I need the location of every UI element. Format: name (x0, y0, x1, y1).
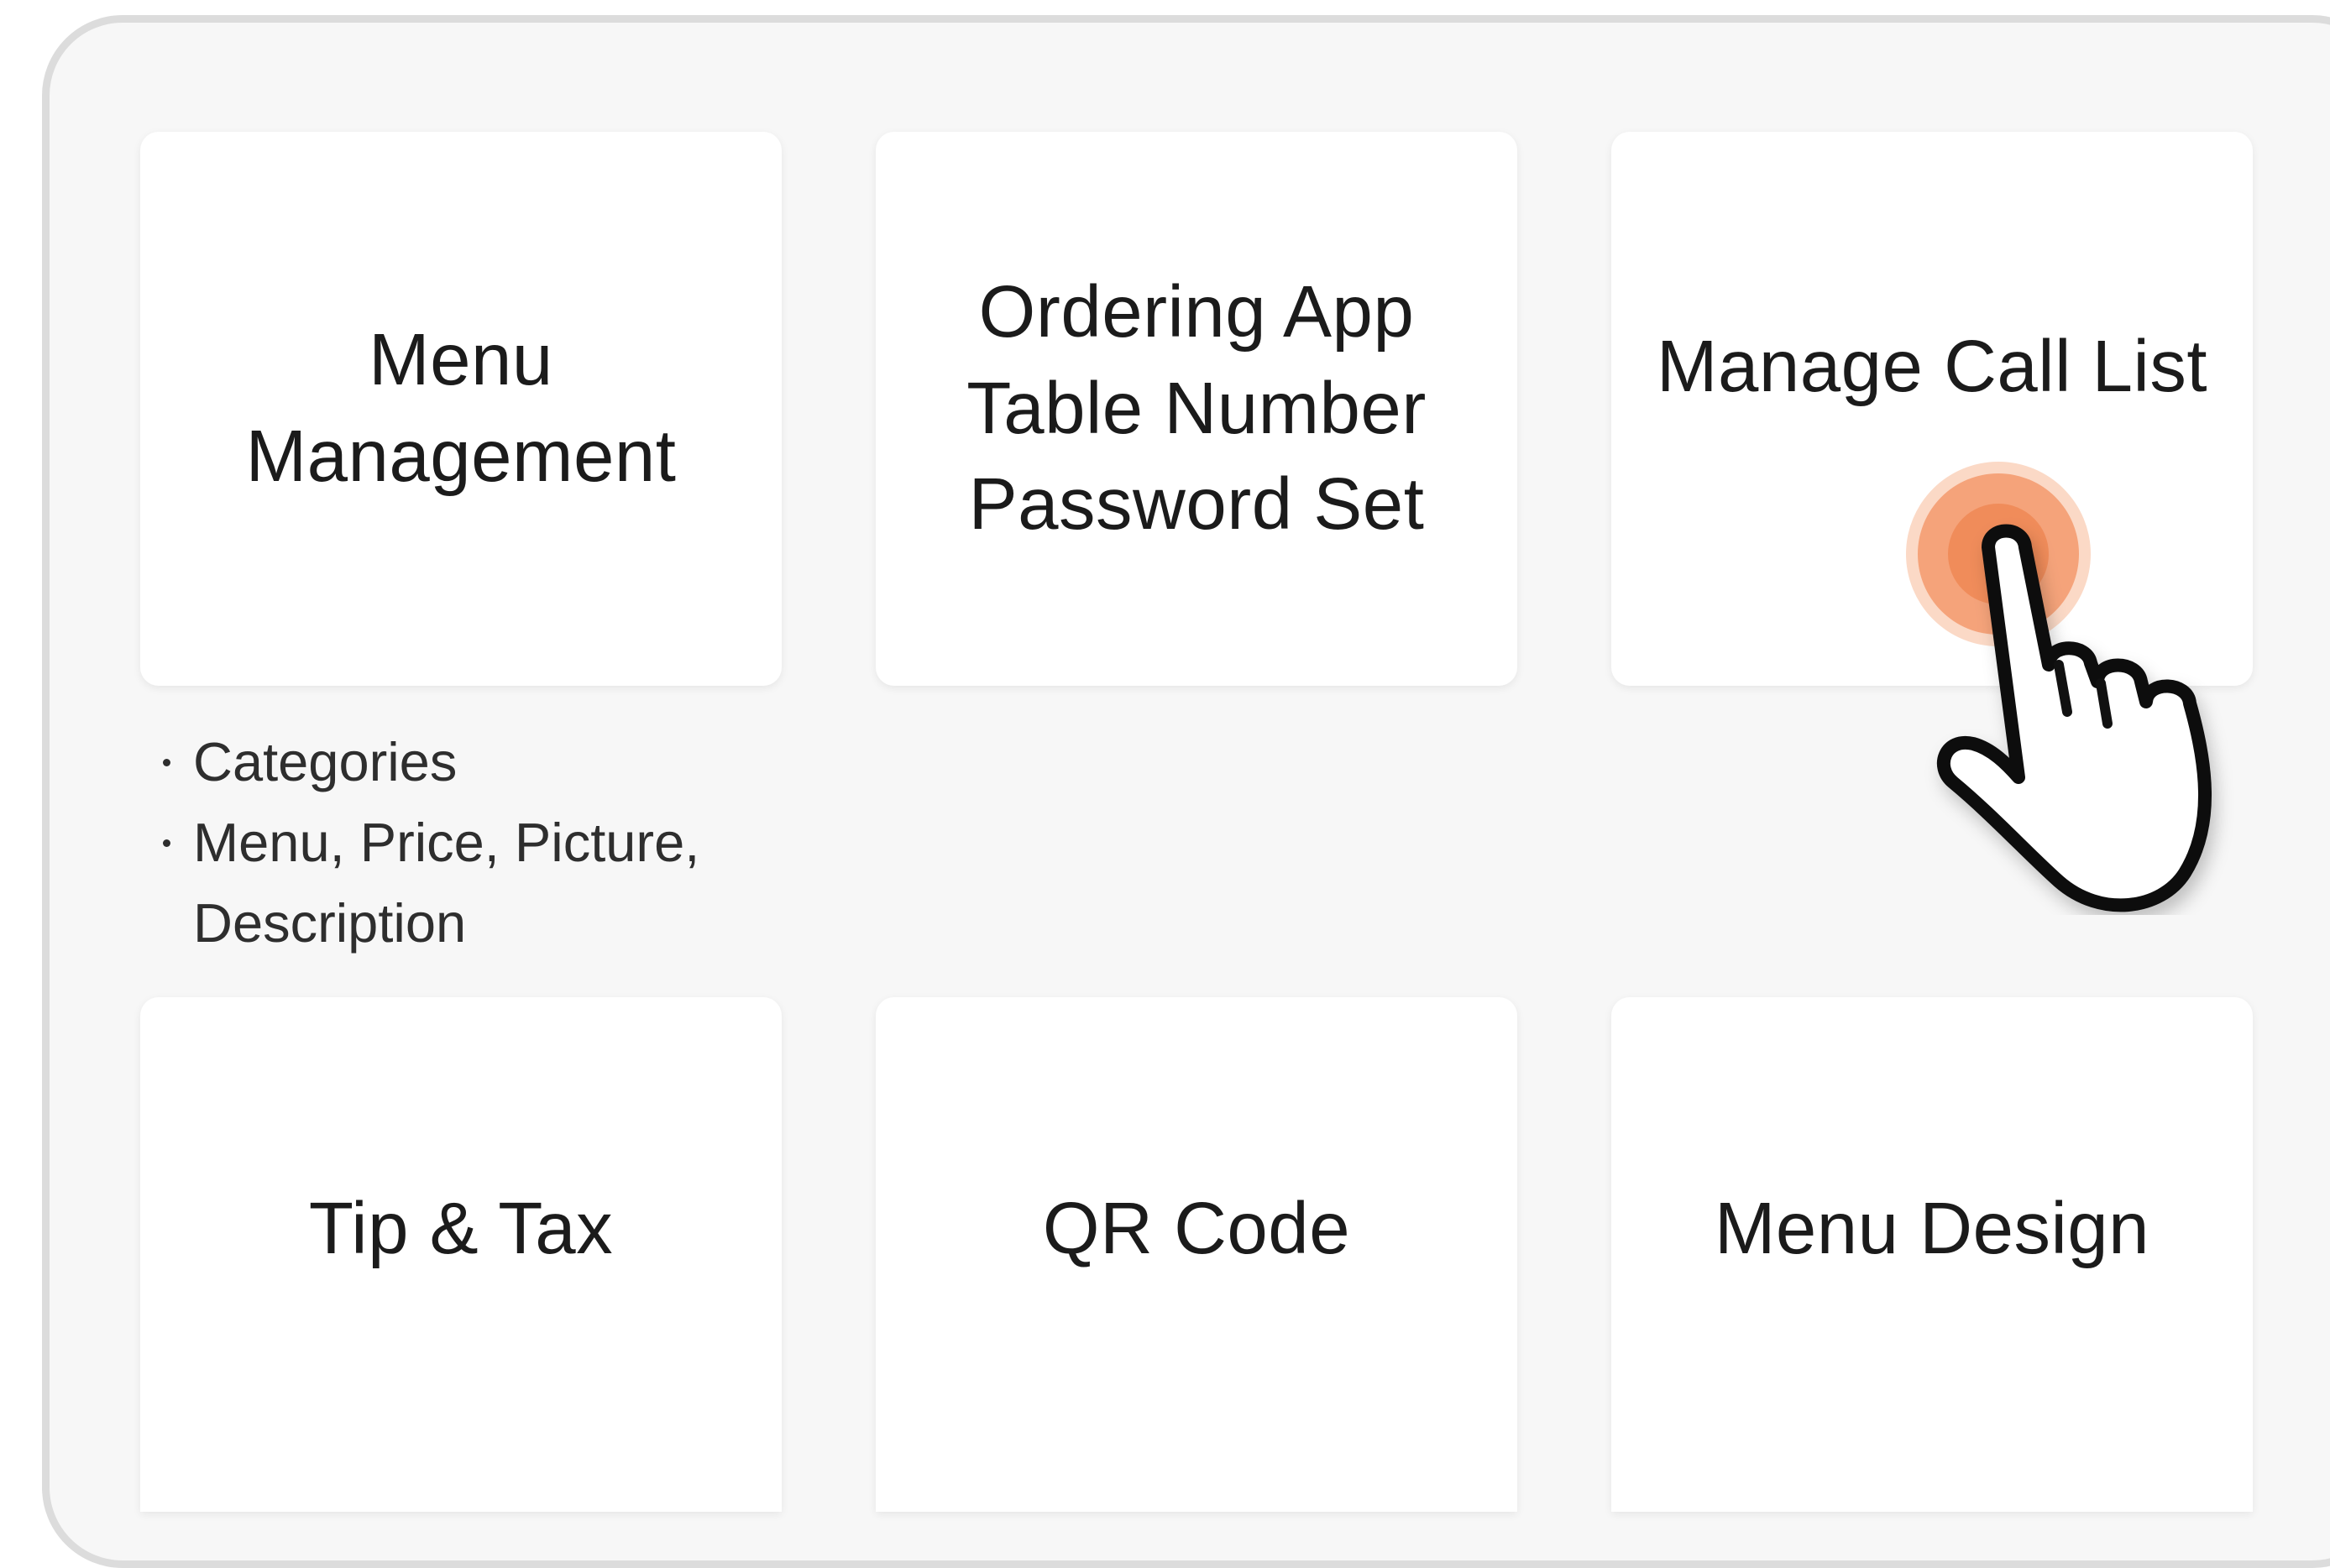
qr-code-card[interactable]: QR Code (876, 997, 1517, 1512)
detail-item-menu-price: Menu, Price, Picture, Description (160, 802, 798, 964)
ordering-app-label: Ordering App Table Number Password Set (966, 270, 1427, 546)
tip-tax-label: Tip & Tax (308, 1188, 614, 1270)
menu-management-details: Categories Menu, Price, Picture, Descrip… (160, 722, 798, 964)
menu-design-card[interactable]: Menu Design (1611, 997, 2253, 1512)
qr-code-label: QR Code (1042, 1188, 1351, 1270)
menu-management-card[interactable]: Menu Management (140, 132, 782, 686)
menu-management-label: Menu Management (245, 319, 677, 497)
ordering-app-card[interactable]: Ordering App Table Number Password Set (876, 132, 1517, 686)
manage-call-list-card[interactable]: Manage Call List (1611, 132, 2253, 686)
tip-tax-card[interactable]: Tip & Tax (140, 997, 782, 1512)
detail-item-categories: Categories (160, 722, 798, 802)
manage-call-list-label: Manage Call List (1657, 325, 2207, 407)
menu-design-label: Menu Design (1714, 1188, 2150, 1270)
